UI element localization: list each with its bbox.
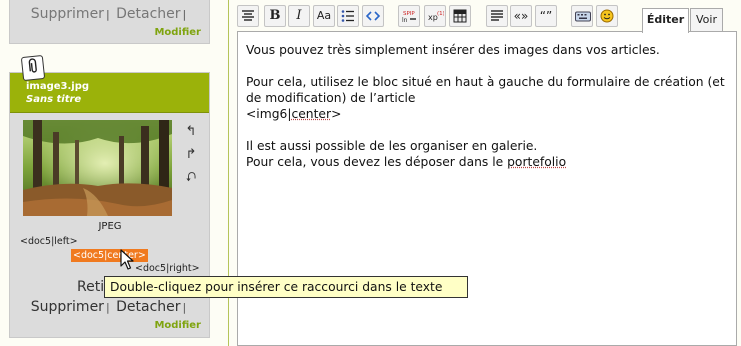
modify-link[interactable]: Modifier (154, 320, 201, 331)
caps-button[interactable]: Aa (313, 5, 335, 27)
text-segment: center (291, 107, 332, 121)
text-segment: portefolio (507, 155, 567, 169)
text-line: <img6|center> (246, 106, 728, 122)
tab-edit[interactable]: Éditer (642, 8, 689, 33)
table-icon[interactable] (449, 5, 471, 27)
document-filetype: JPEG (98, 221, 122, 232)
text-segment: > (331, 107, 342, 121)
modify-link[interactable]: Modifier (154, 27, 201, 38)
text-line (246, 122, 728, 138)
rotate-180-button[interactable]: ⮏ (182, 169, 200, 187)
shortcut-right[interactable]: <doc5|right> (135, 263, 200, 274)
document-card: image3.jpg Sans titre ↰ ↱ ⮏ JPEG <doc5|l… (9, 72, 210, 338)
document-thumbnail[interactable] (23, 120, 172, 216)
rotate-left-button[interactable]: ↰ (182, 123, 200, 141)
french-quotes-button[interactable]: «» (510, 5, 532, 27)
detach-link[interactable]: Detacher (116, 6, 180, 22)
shortcut-left[interactable]: <doc5|left> (20, 236, 78, 247)
keyboard-icon[interactable] (571, 5, 593, 27)
footnote-icon[interactable]: xp(1) (424, 5, 446, 27)
detach-link[interactable]: Detacher (116, 299, 180, 315)
svg-text:ln: ln (402, 17, 408, 23)
document-filename: image3.jpg (26, 81, 90, 92)
shortcut-center[interactable]: <doc5|center> (71, 249, 148, 262)
smiley-icon[interactable] (596, 5, 618, 27)
separator: | (105, 301, 110, 314)
previous-document-card: Supprimer | Detacher | Modifier (9, 0, 210, 44)
tab-view[interactable]: Voir (690, 8, 723, 31)
bold-button[interactable]: B (264, 5, 286, 27)
separator: | (182, 301, 187, 314)
code-icon[interactable] (362, 5, 384, 27)
paperclip-icon (20, 54, 46, 82)
mouse-cursor-icon (120, 249, 134, 270)
spip-link-icon[interactable]: SPIP ln (398, 5, 420, 27)
text-segment: <img6| (246, 107, 292, 121)
align-center-icon[interactable] (237, 5, 259, 27)
separator: | (105, 8, 110, 21)
english-quotes-button[interactable]: “” (535, 5, 557, 27)
italic-button[interactable]: I (288, 5, 310, 27)
delete-link[interactable]: Supprimer (31, 299, 104, 315)
text-line: Pour cela, utilisez le bloc situé en hau… (246, 75, 729, 105)
card-actions: Supprimer | Detacher | (10, 299, 209, 315)
text-segment: Pour cela, vous devez les déposer dans l… (246, 155, 508, 169)
svg-text:(1): (1) (437, 11, 444, 17)
delete-link[interactable]: Supprimer (31, 6, 104, 22)
separator: | (182, 8, 187, 21)
article-text-editor[interactable]: Vous pouvez très simplement insérer des … (237, 31, 737, 346)
text-line: Vous pouvez très simplement insérer des … (246, 43, 660, 57)
card-actions: Supprimer | Detacher | (10, 6, 209, 22)
rotate-right-button[interactable]: ↱ (182, 146, 200, 164)
bullet-list-icon[interactable] (337, 5, 359, 27)
shortcut-tooltip: Double-cliquez pour insérer ce raccourci… (104, 276, 468, 298)
text-line: Pour cela, vous devez les déposer dans l… (246, 154, 728, 170)
document-title: Sans titre (26, 94, 82, 105)
text-line: Il est aussi possible de les organiser e… (246, 139, 538, 153)
text-line (246, 58, 728, 74)
paragraph-icon[interactable] (486, 5, 508, 27)
